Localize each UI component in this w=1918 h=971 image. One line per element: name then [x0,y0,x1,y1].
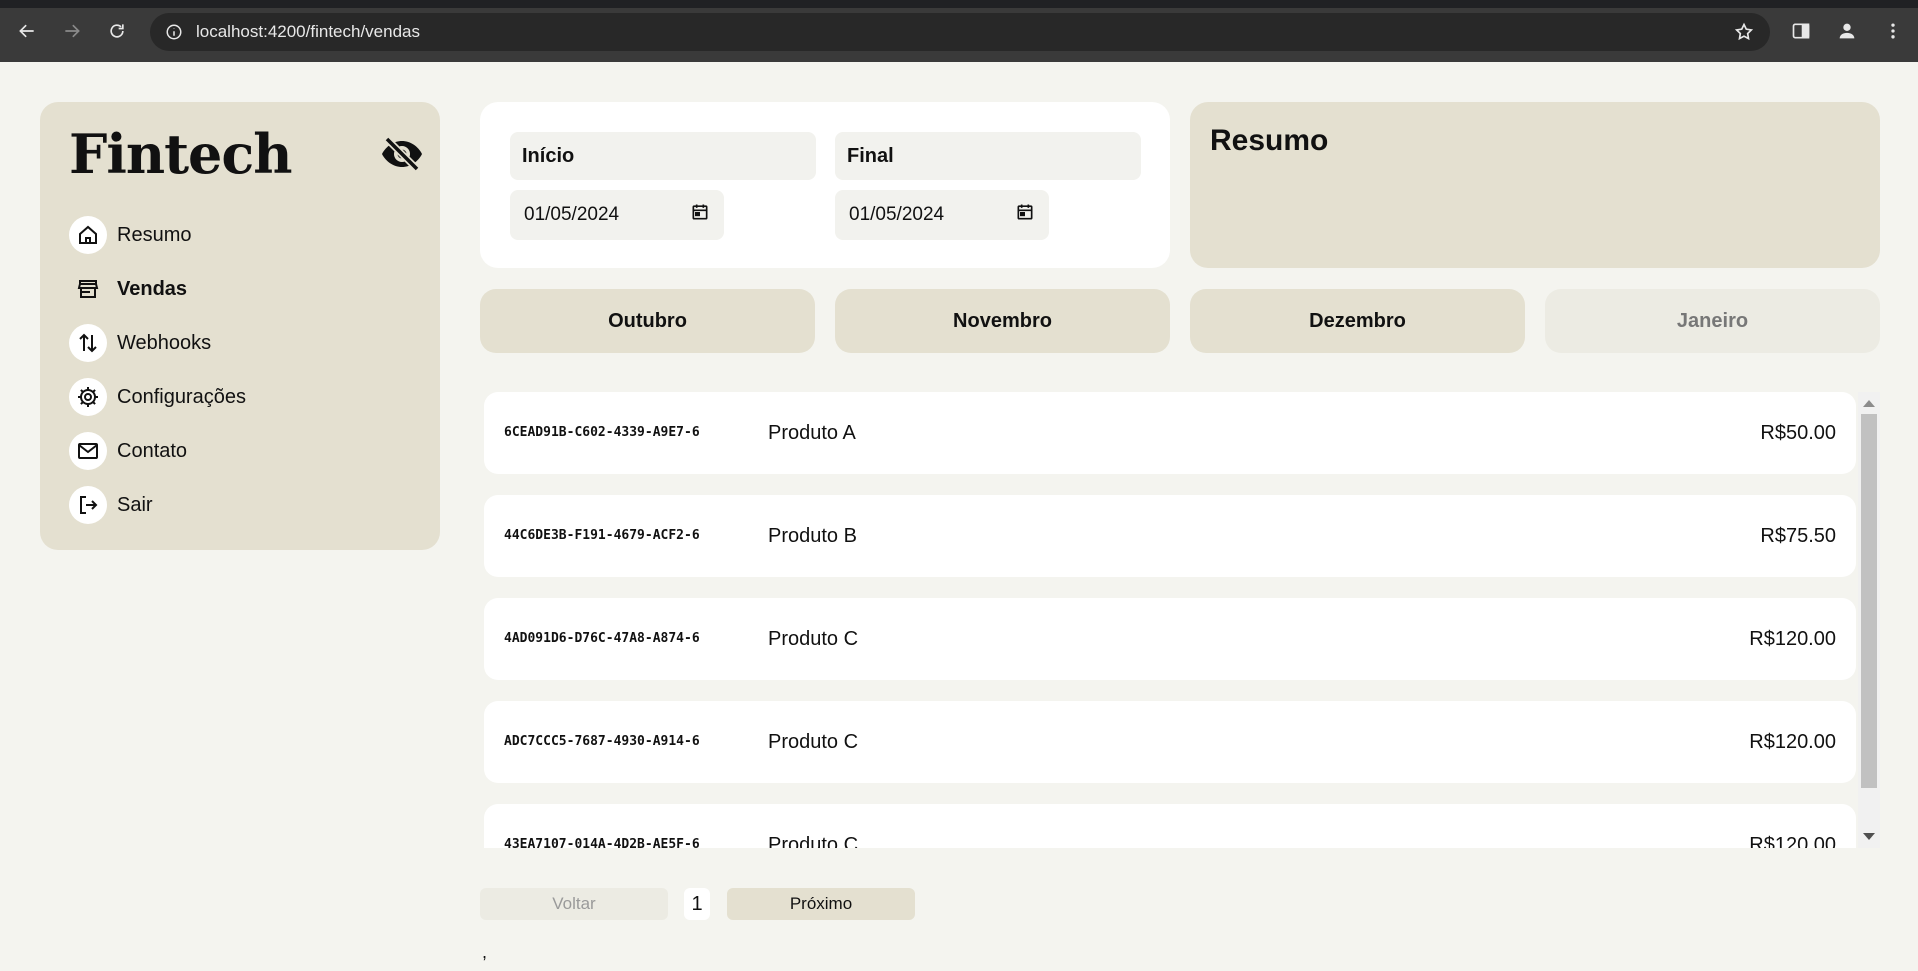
menu-kebab-icon[interactable] [1880,18,1906,44]
sidebar-item-label: Resumo [117,223,192,246]
summary-title: Resumo [1210,124,1329,157]
next-page-button[interactable]: Próximo [727,888,915,920]
tab-strip [0,0,1918,8]
sidebar-item-configuracoes[interactable]: Configurações [69,370,246,424]
sale-product: Produto A [768,422,856,444]
browser-toolbar: localhost:4200/fintech/vendas [0,0,1918,62]
sale-product: Produto C [768,731,859,753]
month-button-outubro[interactable]: Outubro [480,289,815,353]
sidebar-item-label: Webhooks [117,331,212,354]
sale-id: 44C6DE3B-F191-4679-ACF2-6 [504,528,700,543]
scroll-thumb[interactable] [1861,414,1877,788]
sale-value: R$120.00 [1749,628,1836,650]
logout-icon [69,486,107,524]
start-date-value[interactable]: 01/05/2024 [524,204,619,226]
summary-card: Resumo [1190,102,1880,268]
sale-product: Produto C [768,834,859,848]
start-date-group: Início 01/05/2024 [510,132,816,240]
sidebar-item-label: Contato [117,439,188,462]
sales-scrollbar[interactable] [1858,392,1880,848]
sale-row[interactable]: 6CEAD91B-C602-4339-A9E7-6 Produto A R$50… [484,392,1856,474]
sidebar-item-webhooks[interactable]: Webhooks [69,316,246,370]
sale-row[interactable]: 43EA7107-014A-4D2B-AE5F-6 Produto C R$12… [484,804,1856,848]
mail-icon [69,432,107,470]
arrows-up-down-icon [69,324,107,362]
sales-list: 6CEAD91B-C602-4339-A9E7-6 Produto A R$50… [480,392,1880,848]
calendar-icon[interactable] [1015,202,1035,228]
store-icon [69,270,107,308]
reload-icon[interactable] [102,16,132,46]
scroll-down-arrow-icon[interactable] [1863,833,1875,840]
sidebar-nav: Resumo Vendas Webhooks Configurações Con… [69,208,246,532]
sidebar-item-contato[interactable]: Contato [69,424,246,478]
app-logo: Fintech [69,122,293,186]
start-date-input[interactable]: 01/05/2024 [510,190,724,240]
sidebar: Fintech Resumo Vendas Webhooks Configura… [40,102,440,550]
month-button-dezembro[interactable]: Dezembro [1190,289,1525,353]
sale-row[interactable]: 4AD091D6-D76C-47A8-A874-6 Produto C R$12… [484,598,1856,680]
side-panel-icon[interactable] [1788,18,1814,44]
hide-values-eye-slash-icon[interactable] [378,130,426,178]
sidebar-item-vendas[interactable]: Vendas [69,262,246,316]
sale-value: R$50.00 [1760,422,1836,444]
sale-row[interactable]: ADC7CCC5-7687-4930-A914-6 Produto C R$12… [484,701,1856,783]
bookmark-star-icon[interactable] [1734,22,1754,42]
address-bar[interactable]: localhost:4200/fintech/vendas [150,13,1770,51]
month-button-novembro[interactable]: Novembro [835,289,1170,353]
sidebar-item-label: Configurações [117,385,246,408]
calendar-icon[interactable] [690,202,710,228]
sale-product: Produto C [768,628,859,650]
end-date-group: Final 01/05/2024 [835,132,1141,240]
previous-page-button[interactable]: Voltar [480,888,668,920]
sale-row[interactable]: 44C6DE3B-F191-4679-ACF2-6 Produto B R$75… [484,495,1856,577]
back-icon[interactable] [12,16,42,46]
stray-text: , [482,942,488,962]
sale-value: R$75.50 [1760,525,1836,547]
sidebar-item-sair[interactable]: Sair [69,478,246,532]
sale-id: 6CEAD91B-C602-4339-A9E7-6 [504,425,700,440]
profile-icon[interactable] [1834,18,1860,44]
scroll-up-arrow-icon[interactable] [1863,400,1875,407]
month-button-janeiro[interactable]: Janeiro [1545,289,1880,353]
sidebar-item-label: Sair [117,493,153,516]
gear-icon [69,378,107,416]
forward-icon[interactable] [57,16,87,46]
end-date-input[interactable]: 01/05/2024 [835,190,1049,240]
sale-value: R$120.00 [1749,731,1836,753]
sidebar-item-resumo[interactable]: Resumo [69,208,246,262]
current-page-number: 1 [684,888,710,920]
end-date-value[interactable]: 01/05/2024 [849,204,944,226]
sale-value: R$120.00 [1749,834,1836,848]
sale-id: 4AD091D6-D76C-47A8-A874-6 [504,631,700,646]
sale-id: ADC7CCC5-7687-4930-A914-6 [504,734,700,749]
sale-id: 43EA7107-014A-4D2B-AE5F-6 [504,837,700,848]
home-icon [69,216,107,254]
sidebar-item-label: Vendas [117,277,188,300]
sale-product: Produto B [768,525,857,547]
end-date-label: Final [835,132,1141,180]
site-info-icon[interactable] [164,22,184,42]
url-text[interactable]: localhost:4200/fintech/vendas [196,22,420,42]
start-date-label: Início [510,132,816,180]
date-filter-card: Início 01/05/2024 Final 01/05/2024 [480,102,1170,268]
